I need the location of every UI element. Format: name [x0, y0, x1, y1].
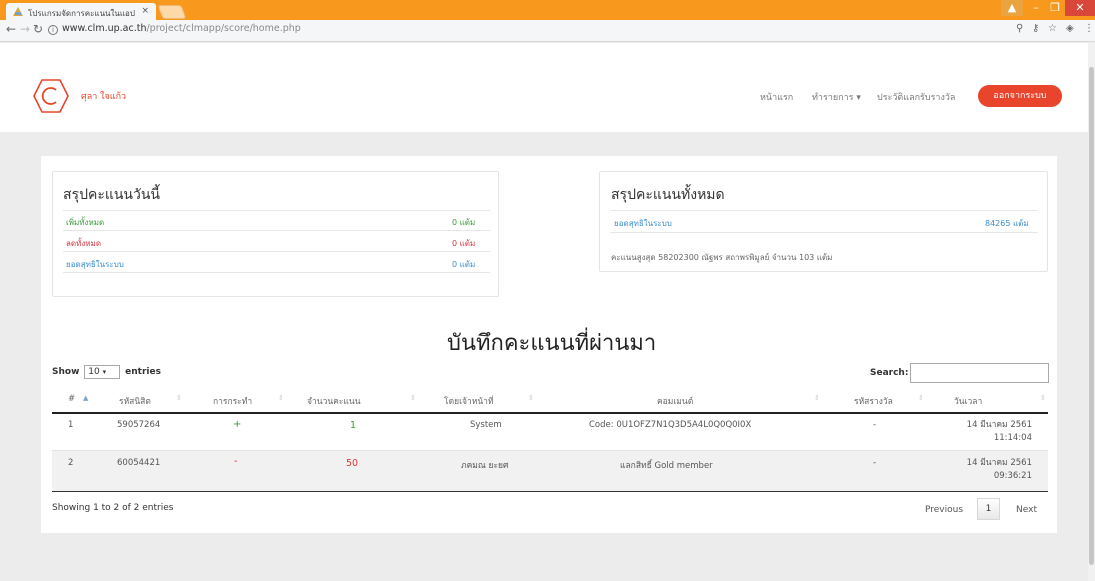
- sort-icon[interactable]: ⇕: [278, 394, 284, 402]
- page-1-button[interactable]: 1: [977, 498, 1000, 520]
- key-icon[interactable]: ⚷: [1032, 23, 1039, 34]
- divider: [63, 272, 490, 273]
- cell-student-id: 60054421: [117, 458, 161, 468]
- sort-icon[interactable]: ⇕: [1040, 394, 1046, 402]
- cell-date: 14 มีนาคม 2561: [966, 420, 1032, 430]
- cell-num: 1: [68, 420, 74, 430]
- url-path: /project/clmapp/score/home.php: [146, 23, 301, 34]
- show-label: Show: [52, 367, 80, 377]
- next-button[interactable]: Next: [1016, 505, 1037, 515]
- nav-home[interactable]: หน้าแรก: [760, 90, 793, 104]
- favicon-icon: [13, 7, 23, 16]
- total-net-label: ยอดสุทธิในระบบ: [614, 219, 672, 228]
- search-input[interactable]: [910, 363, 1049, 383]
- total-net-value: 84265 แต้ม: [985, 219, 1029, 228]
- site-header: ศุลา ใจแก้ว หน้าแรก ทำรายการ ▾ ประวัติแล…: [0, 43, 1088, 132]
- table-row: [52, 414, 1048, 451]
- maximize-icon[interactable]: ❐: [1045, 0, 1065, 16]
- col-header-staff[interactable]: โดยเจ้าหน้าที่: [444, 394, 494, 408]
- entries-label: entries: [125, 367, 161, 377]
- sort-icon[interactable]: ⇕: [176, 394, 182, 402]
- col-header-student-id[interactable]: รหัสนิสิต: [119, 394, 151, 408]
- entries-select[interactable]: 10 ▾: [84, 365, 121, 379]
- cell-num: 2: [68, 458, 74, 468]
- cell-reward-id: -: [873, 420, 877, 430]
- zoom-icon[interactable]: ⚲: [1016, 23, 1023, 34]
- sort-icon[interactable]: ⇕: [814, 394, 820, 402]
- col-header-datetime[interactable]: วันเวลา: [954, 394, 982, 408]
- divider: [63, 230, 490, 231]
- tab-title: โปรแกรมจัดการคะแนนในแอป: [28, 9, 135, 18]
- col-header-reward-id[interactable]: รหัสรางวัล: [854, 394, 893, 408]
- close-window-icon[interactable]: ✕: [1065, 0, 1095, 16]
- sort-icon[interactable]: ⇕: [410, 394, 416, 402]
- menu-icon[interactable]: ⋮: [1084, 23, 1094, 34]
- today-subtract-label: ลดทั้งหมด: [66, 239, 102, 248]
- window-controls: ▲ – ❐ ✕: [1001, 0, 1095, 20]
- search-label: Search:: [870, 368, 909, 378]
- table-bottom-line: [52, 491, 1048, 492]
- sort-icon[interactable]: ⇕: [918, 394, 924, 402]
- cell-time: 09:36:21: [993, 471, 1032, 481]
- divider: [63, 210, 490, 211]
- info-icon[interactable]: i: [48, 25, 58, 35]
- logout-button[interactable]: ออกจากระบบ: [978, 85, 1062, 107]
- table-row: [52, 451, 1048, 491]
- cell-action: +: [233, 419, 242, 430]
- entries-value: 10: [88, 367, 100, 377]
- sort-icon[interactable]: ⇕: [528, 394, 534, 402]
- user-profile-icon[interactable]: ▲: [1001, 0, 1023, 16]
- total-summary-title: สรุปคะแนนทั้งหมด: [611, 187, 725, 203]
- today-add-value: 0 แต้ม: [452, 218, 476, 227]
- cell-time: 11:14:04: [993, 433, 1032, 443]
- username[interactable]: ศุลา ใจแก้ว: [81, 89, 126, 103]
- cell-student-id: 59057264: [117, 420, 161, 430]
- cell-points: 1: [350, 420, 357, 431]
- today-summary-title: สรุปคะแนนวันนี้: [63, 187, 161, 203]
- nav-transactions[interactable]: ทำรายการ ▾: [812, 90, 861, 104]
- history-title: บันทึกคะแนนที่ผ่านมา: [447, 331, 657, 356]
- table-info: Showing 1 to 2 of 2 entries: [52, 503, 174, 513]
- col-header-points[interactable]: จำนวนคะแนน: [307, 394, 361, 408]
- today-net-label: ยอดสุทธิในระบบ: [66, 260, 124, 269]
- browser-tab-bar: โปรแกรมจัดการคะแนนในแอป × ▲ – ❐ ✕: [0, 0, 1095, 20]
- url-host: www.clm.up.ac.th: [62, 23, 147, 34]
- today-net-value: 0 แต้ม: [452, 260, 476, 269]
- cell-staff: ภคมณ ยะยศ: [461, 461, 509, 471]
- cell-staff: System: [470, 420, 502, 430]
- reload-icon[interactable]: ↻: [33, 22, 43, 36]
- cell-action: -: [234, 456, 238, 467]
- top-score-text: คะแนนสูงสุด 58202300 ณัฐพร สถาพรพิมูลย์ …: [611, 253, 833, 262]
- col-header-action[interactable]: การกระทำ: [213, 394, 252, 408]
- today-subtract-value: 0 แต้ม: [452, 239, 476, 248]
- minimize-icon[interactable]: –: [1027, 0, 1045, 16]
- new-tab-button[interactable]: [157, 5, 187, 19]
- cell-points: 50: [346, 458, 359, 469]
- sort-asc-icon[interactable]: ▲: [83, 394, 88, 402]
- back-arrow-icon[interactable]: ←: [6, 22, 16, 36]
- today-add-label: เพิ่มทั้งหมด: [66, 218, 105, 227]
- cell-date: 14 มีนาคม 2561: [966, 458, 1032, 468]
- browser-tab[interactable]: โปรแกรมจัดการคะแนนในแอป ×: [6, 3, 156, 20]
- divider: [610, 232, 1038, 233]
- cell-reward-id: -: [873, 458, 877, 468]
- divider: [610, 210, 1038, 211]
- previous-button[interactable]: Previous: [925, 505, 963, 515]
- col-header-num[interactable]: #: [68, 394, 75, 404]
- scrollbar-thumb[interactable]: [1089, 67, 1094, 565]
- tab-close-icon[interactable]: ×: [141, 6, 149, 16]
- cell-comment: แลกสิทธิ์ Gold member: [620, 461, 713, 471]
- star-icon[interactable]: ☆: [1048, 23, 1057, 34]
- nav-redeem-history[interactable]: ประวัติแลกรับรางวัล: [877, 90, 955, 104]
- address-bar: ← → ↻ i www.clm.up.ac.th/project/clmapp/s…: [0, 20, 1095, 42]
- entries-control: Show 10 ▾ entries: [52, 365, 161, 379]
- cell-comment: Code: 0U1OFZ7N1Q3D5A4L0Q0Q0I0X: [589, 420, 752, 430]
- forward-arrow-icon[interactable]: →: [20, 22, 30, 36]
- col-header-comment[interactable]: คอมเมนต์: [657, 394, 693, 408]
- extension-icon[interactable]: ◈: [1066, 23, 1074, 34]
- dropdown-arrow-icon: ▾: [102, 368, 107, 376]
- logo-icon: [33, 79, 69, 113]
- divider: [63, 251, 490, 252]
- url-field[interactable]: i www.clm.up.ac.th/project/clmapp/score/h…: [48, 23, 301, 35]
